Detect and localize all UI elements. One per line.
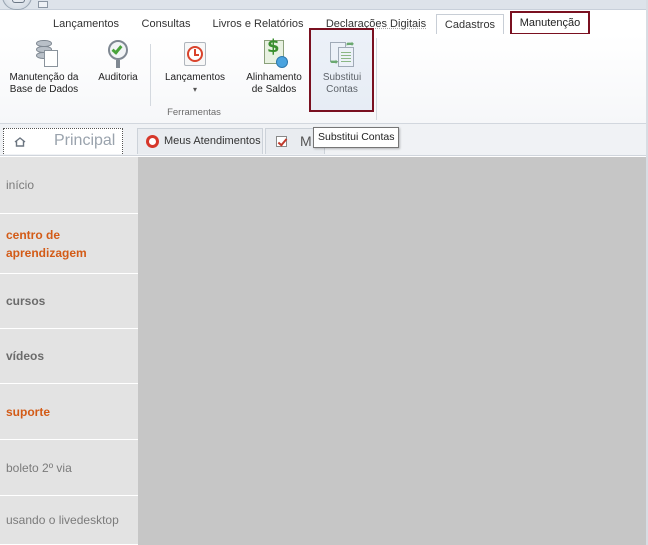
button-label-line1: Lançamentos xyxy=(164,72,226,83)
database-icon xyxy=(30,40,58,68)
alinhamento-saldos-button[interactable]: $ Alinhamento de Saldos xyxy=(238,38,310,96)
button-label-line1: Alinhamento xyxy=(246,72,302,83)
tab-label: Meus Atendimentos xyxy=(164,135,261,147)
tab-principal[interactable]: Principal xyxy=(3,128,123,154)
audit-icon xyxy=(104,40,132,68)
tab-livros-relatorios[interactable]: Livros e Relatórios xyxy=(210,14,306,34)
sidebar-item-boleto[interactable]: boleto 2º via xyxy=(0,440,138,496)
application-menu-button[interactable] xyxy=(2,0,32,10)
tab-label: M xyxy=(300,133,312,149)
tab-lancamentos[interactable]: Lançamentos xyxy=(52,14,120,34)
tab-consultas[interactable]: Consultas xyxy=(137,14,195,34)
group-label: Ferramentas xyxy=(167,107,221,118)
sidebar-item-inicio[interactable]: início xyxy=(0,157,138,214)
clock-icon xyxy=(181,40,209,68)
sidebar-item-usando-livedesktop[interactable]: usando o livedesktop xyxy=(0,496,138,545)
sidebar-item-centro-aprendizagem[interactable]: centro de aprendizagem xyxy=(0,214,138,274)
separator xyxy=(150,44,151,106)
sidebar: início centro de aprendizagem cursos víd… xyxy=(0,157,138,545)
title-strip xyxy=(0,0,648,10)
highlight-box xyxy=(309,28,374,112)
tab-meus-atendimentos[interactable]: Meus Atendimentos xyxy=(137,128,263,154)
lifebuoy-icon xyxy=(146,135,159,148)
sidebar-item-cursos[interactable]: cursos xyxy=(0,274,138,329)
quick-access-icon[interactable] xyxy=(38,1,48,8)
lancamentos-button[interactable]: Lançamentos ▾ xyxy=(160,40,230,96)
home-icon xyxy=(14,137,26,147)
manutencao-base-dados-button[interactable]: Manutenção da Base de Dados xyxy=(3,40,85,96)
button-label-line1: Manutenção da xyxy=(9,72,79,83)
button-label-line1: Auditoria xyxy=(98,72,138,83)
checkbox-icon xyxy=(276,136,287,147)
auditoria-button[interactable]: Auditoria xyxy=(92,40,144,84)
tab-manutencao[interactable]: Manutenção xyxy=(510,11,590,35)
tab-label: Principal xyxy=(54,132,116,149)
button-label-line2: Base de Dados xyxy=(9,84,79,95)
sidebar-item-videos[interactable]: vídeos xyxy=(0,329,138,384)
button-label-line2: de Saldos xyxy=(251,84,297,95)
sidebar-item-suporte[interactable]: suporte xyxy=(0,384,138,440)
tooltip: Substitui Contas xyxy=(313,127,400,148)
dropdown-arrow-icon: ▾ xyxy=(192,85,197,94)
main-content-area xyxy=(138,157,648,545)
money-icon: $ xyxy=(260,38,288,68)
group-divider xyxy=(376,38,377,120)
tab-cadastros[interactable]: Cadastros xyxy=(436,14,504,34)
